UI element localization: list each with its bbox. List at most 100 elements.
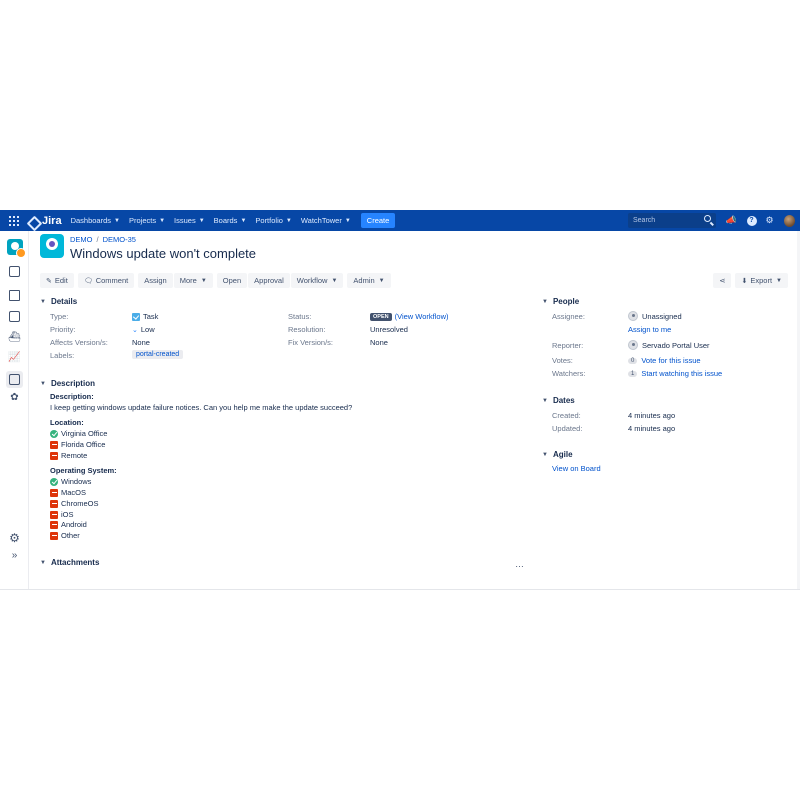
notifications-icon[interactable]: 📣 — [726, 215, 737, 226]
status-value: OPEN (View Workflow) — [370, 312, 449, 321]
reporter-value[interactable]: Servado Portal User — [628, 340, 710, 350]
vote-link[interactable]: Vote for this issue — [641, 356, 700, 365]
nav-boards[interactable]: Boards ▼ — [214, 216, 247, 225]
approval-button[interactable]: Approval — [248, 273, 290, 288]
people-heading: People — [552, 297, 580, 306]
affects-version-label: Affects Version/s: — [50, 338, 108, 347]
issues-list-icon[interactable] — [8, 289, 21, 302]
breadcrumb-project-link[interactable]: DEMO — [70, 235, 93, 244]
label-tag[interactable]: portal-created — [132, 350, 184, 359]
nav-projects[interactable]: Projects ▼ — [129, 216, 165, 225]
edit-label: Edit — [54, 276, 68, 285]
nav-issues[interactable]: Issues ▼ — [174, 216, 205, 225]
os-option-label: Windows — [61, 477, 92, 486]
edit-button[interactable]: ✎ Edit — [40, 273, 74, 288]
issues-active-icon[interactable] — [6, 371, 23, 388]
votes-count-badge: 0 — [628, 357, 638, 364]
watch-link[interactable]: Start watching this issue — [641, 369, 722, 378]
chevron-down-icon: ▼ — [40, 298, 46, 305]
search-placeholder: Search — [633, 217, 656, 224]
dates-toggle[interactable]: ▼ Dates — [542, 396, 575, 405]
expand-sidebar-icon[interactable]: » — [8, 549, 21, 562]
backlog-icon[interactable] — [8, 265, 21, 278]
project-settings-gear-icon[interactable]: ⚙ — [8, 531, 21, 545]
more-button[interactable]: More ▼ — [173, 273, 213, 288]
chevron-down-icon: ▼ — [378, 277, 385, 284]
priority-value[interactable]: ⌄ Low — [132, 325, 155, 334]
nav-issues-label: Issues — [174, 216, 196, 225]
unassigned-avatar-icon — [628, 311, 638, 321]
resolution-value: Unresolved — [370, 325, 408, 334]
priority-text: Low — [140, 325, 155, 334]
labels-value[interactable]: portal-created — [132, 350, 184, 359]
workflow-button[interactable]: Workflow ▼ — [290, 273, 344, 288]
share-button[interactable]: ⋖ — [713, 273, 732, 288]
status-badge: OPEN — [370, 312, 392, 321]
fix-version-value[interactable]: None — [370, 338, 388, 347]
chevron-down-icon: ▼ — [240, 217, 247, 224]
nav-portfolio-label: Portfolio — [255, 216, 283, 225]
breadcrumb-issue-link[interactable]: DEMO-35 — [103, 235, 136, 244]
avatar-image — [784, 214, 795, 227]
jira-logo[interactable]: Jira — [29, 215, 62, 227]
board-icon[interactable] — [8, 310, 21, 323]
agile-heading: Agile — [552, 450, 573, 459]
assign-more-group: Assign More ▼ — [138, 273, 213, 288]
assign-to-me-link[interactable]: Assign to me — [628, 325, 671, 334]
check-circle-icon — [50, 477, 58, 486]
create-button[interactable]: Create — [360, 213, 396, 228]
location-option-label: Remote — [61, 451, 88, 460]
chevron-down-icon: ▼ — [200, 277, 207, 284]
attachments-toggle[interactable]: ▼ Attachments — [40, 558, 99, 567]
os-option-label: Android — [61, 520, 87, 529]
reports-chart-icon[interactable]: 📈 — [8, 351, 21, 364]
view-on-board-link[interactable]: View on Board — [552, 464, 601, 473]
user-avatar[interactable] — [784, 214, 795, 227]
search-icon — [704, 215, 711, 222]
releases-ship-icon[interactable]: ⛴ — [8, 331, 21, 344]
people-toggle[interactable]: ▼ People — [542, 297, 579, 306]
description-toggle[interactable]: ▼ Description — [40, 379, 95, 388]
issue-title[interactable]: Windows update won't complete — [70, 246, 256, 261]
chevron-down-icon: ▼ — [159, 217, 166, 224]
search-input[interactable]: Search — [628, 213, 716, 228]
nav-portfolio[interactable]: Portfolio ▼ — [255, 216, 291, 225]
os-title-text: Operating System: — [50, 466, 117, 475]
chevron-down-icon: ▼ — [114, 217, 120, 224]
assign-button[interactable]: Assign — [138, 273, 173, 288]
issues-active-glyph — [9, 374, 20, 385]
affects-version-value[interactable]: None — [132, 338, 150, 347]
open-button[interactable]: Open — [216, 273, 248, 288]
reporter-label: Reporter: — [552, 341, 584, 350]
os-option-label: MacOS — [61, 488, 87, 497]
agile-toggle[interactable]: ▼ Agile — [542, 450, 573, 459]
description-text[interactable]: I keep getting windows update failure no… — [50, 403, 352, 412]
settings-gear-icon[interactable]: ⚙ — [764, 215, 775, 226]
attachments-more-icon[interactable]: … — [515, 559, 524, 569]
export-button[interactable]: ⬇ Export ▼ — [735, 273, 788, 288]
help-icon: ? — [746, 215, 757, 226]
details-toggle[interactable]: ▼ Details — [40, 297, 77, 306]
comment-button[interactable]: 🗨 Comment — [77, 273, 135, 288]
view-workflow-link[interactable]: (View Workflow) — [395, 312, 449, 321]
nav-dashboards[interactable]: Dashboards ▼ — [71, 216, 120, 225]
status-label: Status: — [288, 312, 312, 321]
assignee-value[interactable]: Unassigned — [628, 311, 682, 321]
project-avatar-icon[interactable] — [7, 239, 26, 258]
chevron-down-icon: ▼ — [40, 559, 46, 566]
minus-square-icon — [50, 451, 58, 460]
admin-button[interactable]: Admin ▼ — [347, 273, 391, 288]
add-ons-puzzle-icon[interactable]: ✿ — [8, 391, 21, 404]
help-button[interactable]: ? — [746, 215, 757, 226]
app-switcher-icon[interactable] — [8, 215, 20, 227]
os-option-label: ChromeOS — [61, 499, 99, 508]
list-item: Other — [50, 531, 80, 540]
jira-logo-icon — [29, 216, 39, 226]
location-option-label: Florida Office — [61, 440, 106, 449]
nav-watchtower[interactable]: WatchTower ▼ — [301, 216, 351, 225]
nav-dashboards-label: Dashboards — [70, 216, 112, 225]
list-item: Windows — [50, 477, 91, 486]
list-item: iOS — [50, 510, 74, 519]
share-icon: ⋖ — [719, 276, 726, 285]
type-value[interactable]: Task — [132, 312, 158, 321]
